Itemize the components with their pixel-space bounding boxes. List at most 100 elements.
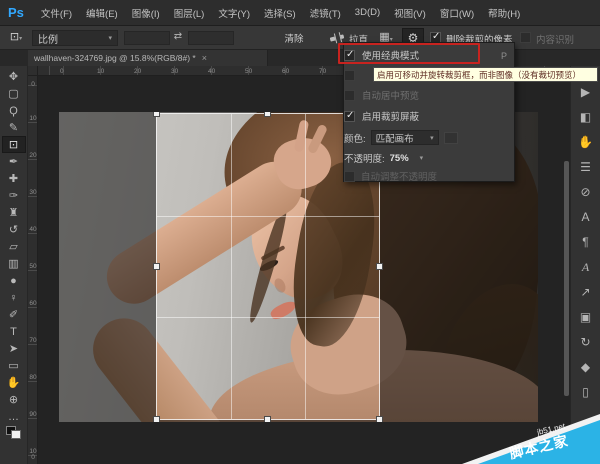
menu-select[interactable]: 选择(S) — [257, 6, 303, 20]
tool-blur[interactable]: ● — [2, 272, 26, 289]
share-icon[interactable]: ↗ — [580, 286, 590, 298]
tool-dodge[interactable]: ♀ — [2, 289, 26, 306]
color-swatches[interactable] — [6, 426, 22, 440]
tool-more[interactable]: … — [2, 408, 26, 425]
tool-marquee[interactable]: ▢ — [2, 85, 26, 102]
tool-move[interactable]: ✥ — [2, 68, 26, 85]
crop-handle-top-left[interactable] — [153, 112, 160, 117]
menu-type[interactable]: 文字(Y) — [211, 6, 257, 20]
tool-zoom[interactable]: ⊕ — [2, 391, 26, 408]
crop-preset-button[interactable]: ⊡▾ — [4, 30, 28, 46]
tool-brush[interactable]: ✑ — [2, 187, 26, 204]
enable-shield-checkbox[interactable] — [344, 111, 355, 122]
auto-center-row: 自动居中预览 — [344, 88, 419, 102]
crop-handle-middle-left[interactable] — [153, 263, 160, 270]
enable-shield-row[interactable]: 启用裁剪屏蔽 — [344, 109, 419, 123]
ruler-tick: 0 — [60, 68, 64, 75]
menu-filter[interactable]: 滤镜(T) — [303, 6, 348, 20]
tool-healing-brush[interactable]: ✚ — [2, 170, 26, 187]
content-aware-checkbox — [520, 32, 531, 43]
ruler-tick: 0 — [28, 82, 38, 88]
tool-eraser[interactable]: ▱ — [2, 238, 26, 255]
swap-values-icon[interactable]: ⇄ — [170, 31, 186, 42]
straighten-icon[interactable] — [330, 34, 345, 41]
panel-icon-strip: ▶ ◧ ✋ ☰ ⊘ A ¶ A ↗ ▣ ↻ ◆ ▯ — [570, 66, 600, 464]
ratio-width-input[interactable] — [124, 31, 170, 45]
tool-path-select[interactable]: ➤ — [2, 340, 26, 357]
enable-shield-label: 启用裁剪屏蔽 — [362, 109, 419, 123]
menu-layer[interactable]: 图层(L) — [167, 6, 212, 20]
opacity-value-dropdown[interactable]: 75% — [390, 153, 409, 164]
history-brush-icon: ↺ — [9, 223, 18, 236]
tool-eyedropper[interactable]: ✒ — [2, 153, 26, 170]
tool-quick-select[interactable]: ✎ — [2, 119, 26, 136]
clear-button[interactable]: 清除 — [276, 31, 312, 45]
sync-icon[interactable]: ↻ — [580, 336, 590, 348]
menu-3d[interactable]: 3D(D) — [348, 7, 387, 18]
menu-edit[interactable]: 编辑(E) — [79, 6, 125, 20]
tool-lasso[interactable]: Ϙ — [2, 102, 26, 119]
character-panel-icon[interactable]: A — [581, 211, 589, 223]
content-aware-label: 内容识别 — [536, 32, 574, 46]
ruler-tick: 70 — [319, 68, 326, 75]
properties-icon[interactable]: ☰ — [580, 161, 591, 173]
tool-hand[interactable]: ✋ — [2, 374, 26, 391]
actions-icon[interactable]: ▶ — [581, 86, 590, 98]
device-preview-icon[interactable]: ▯ — [582, 386, 589, 398]
crop-gridline — [157, 317, 379, 318]
auto-adjust-label: 自动调整不透明度 — [361, 169, 437, 183]
move-icon: ✥ — [9, 70, 18, 83]
chevron-down-icon: ▾ — [430, 134, 434, 142]
glyphs-panel-icon[interactable]: A — [582, 261, 589, 273]
close-tab-icon[interactable]: × — [202, 53, 207, 63]
tool-type[interactable]: T — [2, 323, 26, 340]
crop-handle-bottom-right[interactable] — [376, 416, 383, 422]
menu-view[interactable]: 视图(V) — [387, 6, 433, 20]
menu-help[interactable]: 帮助(H) — [481, 6, 527, 20]
ratio-height-input[interactable] — [188, 31, 234, 45]
type-icon: T — [10, 326, 17, 338]
hand-icon: ✋ — [7, 376, 21, 389]
ratio-dropdown[interactable]: 比例▾ — [32, 30, 118, 46]
menu-bar: Ps 文件(F) 编辑(E) 图像(I) 图层(L) 文字(Y) 选择(S) 滤… — [0, 0, 600, 26]
menu-file[interactable]: 文件(F) — [34, 6, 79, 20]
shield-opacity-row: 不透明度: 75% ▾ — [344, 151, 423, 165]
ruler-tick: 30 — [28, 190, 38, 196]
background-color-swatch[interactable] — [11, 430, 21, 439]
document-title: wallhaven-324769.jpg @ 15.8%(RGB/8#) * — [34, 53, 196, 63]
document-tab[interactable]: wallhaven-324769.jpg @ 15.8%(RGB/8#) * × — [28, 50, 268, 66]
quick-select-icon: ✎ — [9, 121, 18, 134]
chevron-down-icon: ▾ — [19, 36, 22, 42]
ruler-tick: 90 — [28, 412, 38, 418]
3d-panel-icon[interactable]: ◆ — [581, 361, 590, 373]
clone-stamp-icon: ♜ — [9, 206, 19, 219]
ruler-corner — [28, 66, 38, 76]
ruler-tick: 60 — [28, 301, 38, 307]
ruler-tick: 40 — [208, 68, 215, 75]
adjustments-icon[interactable]: ◧ — [580, 111, 591, 123]
auto-adjust-checkbox — [344, 171, 355, 182]
libraries-hand-icon[interactable]: ✋ — [578, 136, 593, 148]
tool-shape[interactable]: ▭ — [2, 357, 26, 374]
tool-clone-stamp[interactable]: ♜ — [2, 204, 26, 221]
ruler-tick: 20 — [28, 153, 38, 159]
vertical-scrollbar[interactable] — [564, 161, 569, 396]
tool-pen[interactable]: ✐ — [2, 306, 26, 323]
tool-crop[interactable]: ⊡ — [2, 136, 26, 153]
menu-image[interactable]: 图像(I) — [125, 6, 167, 20]
tool-gradient[interactable]: ▥ — [2, 255, 26, 272]
clone-source-icon[interactable]: ⊘ — [580, 186, 590, 198]
library-panel-icon[interactable]: ▣ — [580, 311, 591, 323]
ruler-tick: 50 — [245, 68, 252, 75]
paragraph-panel-icon[interactable]: ¶ — [582, 236, 588, 248]
tool-history-brush[interactable]: ↺ — [2, 221, 26, 238]
shield-color-dropdown[interactable]: 匹配画布 ▾ — [371, 130, 439, 145]
crop-handle-bottom-center[interactable] — [264, 416, 271, 422]
menu-window[interactable]: 窗口(W) — [433, 6, 481, 20]
chevron-down-icon: ▾ — [420, 154, 424, 162]
crop-gridline — [305, 114, 306, 419]
ruler-tick: 10 — [97, 68, 104, 75]
crop-handle-bottom-left[interactable] — [153, 416, 160, 422]
crop-handle-top-center[interactable] — [264, 112, 271, 117]
crop-handle-middle-right[interactable] — [376, 263, 383, 270]
